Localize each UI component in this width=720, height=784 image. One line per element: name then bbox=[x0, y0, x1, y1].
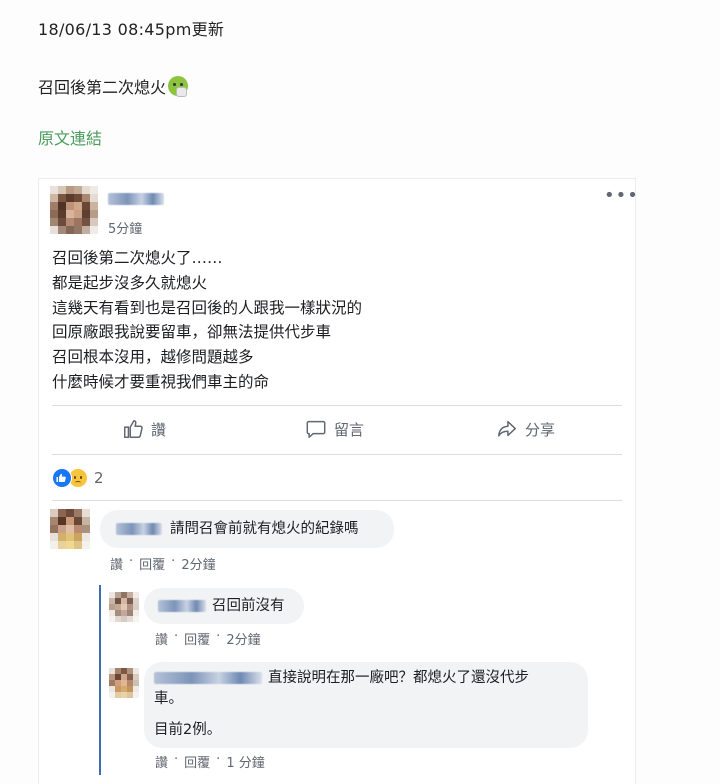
source-link[interactable]: 原文連結 bbox=[38, 125, 102, 149]
more-options-icon[interactable]: ••• bbox=[604, 187, 639, 205]
post-line: 召回後第二次熄火了…… bbox=[52, 249, 223, 267]
share-button[interactable]: 分享 bbox=[496, 418, 555, 440]
comment-reply-link[interactable]: 回覆 bbox=[139, 554, 165, 573]
commenter-avatar[interactable] bbox=[50, 509, 90, 549]
replier-avatar[interactable] bbox=[109, 592, 139, 622]
separator: · bbox=[174, 752, 179, 767]
headline-text: 召回後第二次熄火 bbox=[38, 78, 167, 97]
post-line: 回原廠跟我說要留車，卻無法提供代步車 bbox=[52, 323, 332, 342]
comment-text: 請問召會前就有熄火的紀錄嗎 bbox=[170, 521, 359, 537]
comment-label: 留言 bbox=[334, 420, 365, 439]
reply-like-link[interactable]: 讚 bbox=[155, 629, 168, 648]
comment-time[interactable]: 2分鐘 bbox=[181, 554, 215, 573]
reply-like-link[interactable]: 讚 bbox=[155, 752, 168, 771]
separator: · bbox=[216, 752, 221, 767]
reply-bubble: 直接說明在那一廠吧？都熄火了還沒代步 車。 目前2例。 bbox=[144, 662, 588, 748]
reply-thread-line bbox=[99, 585, 101, 775]
comment-bubble-icon bbox=[306, 420, 326, 438]
share-arrow-icon bbox=[498, 420, 516, 437]
reply-bubble: 召回前沒有 bbox=[144, 588, 304, 624]
reply-reply-link[interactable]: 回覆 bbox=[184, 629, 210, 648]
comment-meta: 讚 · 回覆 · 2分鐘 bbox=[110, 554, 216, 573]
post-line: 什麼時候才要重視我們車主的命 bbox=[52, 372, 270, 391]
comment-button[interactable]: 留言 bbox=[305, 418, 364, 440]
reaction-summary[interactable]: 2 bbox=[52, 468, 104, 488]
divider bbox=[52, 454, 622, 455]
replier-name-redacted[interactable] bbox=[154, 672, 262, 684]
reply-text: 召回前沒有 bbox=[212, 598, 285, 614]
separator: · bbox=[174, 629, 179, 644]
post-author-name-redacted[interactable] bbox=[108, 193, 164, 205]
divider bbox=[52, 405, 622, 406]
update-timestamp: 18/06/13 08:45pm更新 bbox=[38, 20, 225, 39]
comment-bubble: 請問召會前就有熄火的紀錄嗎 bbox=[100, 510, 394, 548]
post-line: 召回根本沒用，越修問題越多 bbox=[52, 348, 254, 367]
sick-face-emoji-icon bbox=[168, 76, 189, 97]
post-line: 都是起步沒多久就熄火 bbox=[52, 273, 208, 292]
separator: · bbox=[129, 554, 134, 569]
share-label: 分享 bbox=[525, 420, 556, 439]
reply-time[interactable]: 2分鐘 bbox=[226, 629, 260, 648]
like-label: 讚 bbox=[151, 420, 167, 439]
reply-reply-link[interactable]: 回覆 bbox=[184, 752, 210, 771]
headline: 召回後第二次熄火 bbox=[38, 74, 189, 98]
post-body: 召回後第二次熄火了…… 都是起步沒多久就熄火 這幾天有看到也是召回後的人跟我一樣… bbox=[52, 246, 362, 395]
comment-like-link[interactable]: 讚 bbox=[110, 554, 123, 573]
reply-text: 直接說明在那一廠吧？都熄火了還沒代步 bbox=[268, 670, 529, 686]
post-timestamp[interactable]: 5分鐘 bbox=[108, 218, 142, 237]
separator: · bbox=[216, 629, 221, 644]
like-button[interactable]: 讚 bbox=[122, 418, 166, 440]
like-reaction-icon bbox=[52, 468, 72, 488]
post-line: 這幾天有看到也是召回後的人跟我一樣狀況的 bbox=[52, 298, 363, 317]
separator: · bbox=[171, 554, 176, 569]
thumbs-up-icon bbox=[124, 420, 143, 438]
reply-meta: 讚 · 回覆 · 2分鐘 bbox=[155, 629, 261, 648]
replier-name-redacted[interactable] bbox=[158, 600, 206, 612]
divider bbox=[52, 500, 622, 501]
reply-time[interactable]: 1 分鐘 bbox=[226, 752, 264, 771]
reaction-count: 2 bbox=[94, 469, 104, 487]
commenter-name-redacted[interactable] bbox=[116, 523, 162, 535]
post-author-avatar[interactable] bbox=[50, 186, 98, 234]
reply-meta: 讚 · 回覆 · 1 分鐘 bbox=[155, 752, 265, 771]
replier-avatar[interactable] bbox=[109, 668, 139, 698]
reply-text: 車。 bbox=[154, 691, 183, 707]
reply-text: 目前2例。 bbox=[154, 722, 222, 738]
